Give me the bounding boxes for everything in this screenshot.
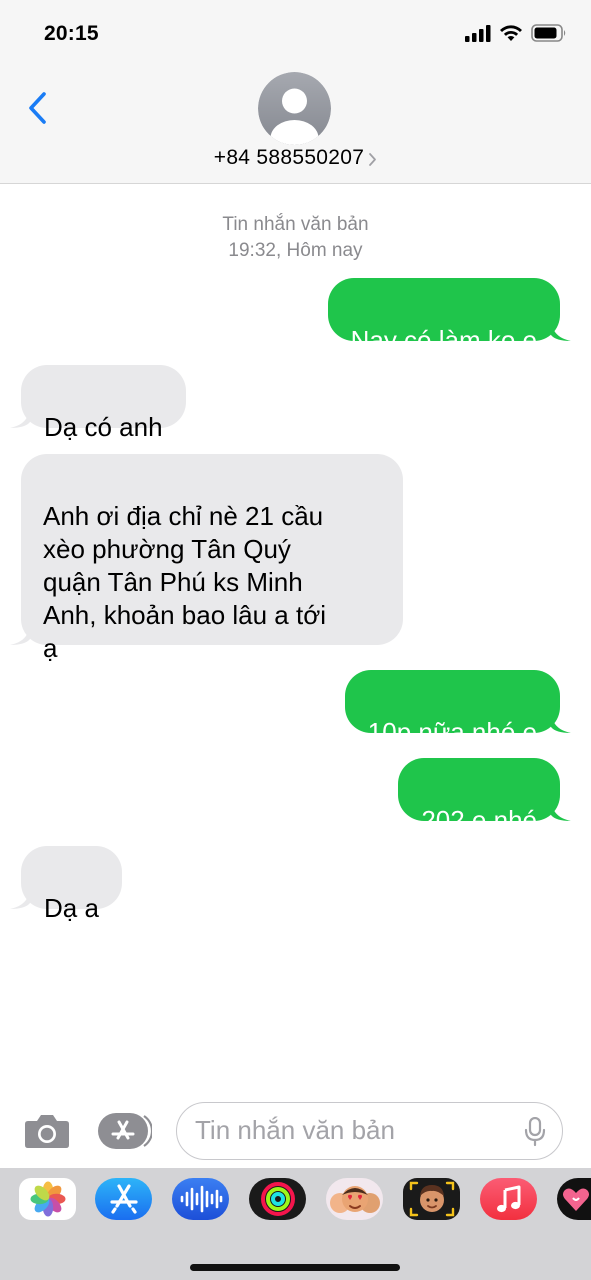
message-text: Dạ có anh xyxy=(44,412,163,442)
outgoing-message[interactable]: Nay có làm ko e xyxy=(327,278,571,355)
message-type-label: Tin nhắn văn bản xyxy=(222,214,369,235)
incoming-message[interactable]: Dạ có anh xyxy=(10,365,186,442)
message-text: Anh ơi địa chỉ nè 21 cầu xèo phường Tân … xyxy=(43,501,327,663)
wifi-icon xyxy=(500,25,522,41)
back-button[interactable] xyxy=(18,88,58,128)
status-time: 20:15 xyxy=(44,22,99,45)
music-app-button[interactable] xyxy=(480,1178,537,1220)
person-placeholder-icon xyxy=(258,72,331,145)
camera-button[interactable] xyxy=(24,1112,70,1150)
audio-message-icon xyxy=(180,1185,222,1213)
thread-meta: Tin nhắn văn bản 19:32, Hôm nay xyxy=(0,212,591,264)
activity-app-button[interactable] xyxy=(249,1178,306,1220)
chevron-right-icon xyxy=(368,152,377,167)
audio-message-app-button[interactable] xyxy=(172,1178,229,1220)
digital-touch-app-button[interactable] xyxy=(557,1178,591,1220)
chevron-left-icon xyxy=(29,92,46,124)
bubble-tail xyxy=(551,711,571,733)
imessage-app-drawer xyxy=(0,1168,591,1280)
message-text: 202 e nhé xyxy=(421,805,537,835)
animoji-app-button[interactable] xyxy=(403,1178,460,1220)
microphone-icon xyxy=(524,1116,546,1147)
message-input-field[interactable] xyxy=(176,1102,563,1160)
digital-touch-icon xyxy=(563,1188,589,1211)
incoming-message[interactable]: Anh ơi địa chỉ nè 21 cầu xèo phường Tân … xyxy=(10,454,403,663)
bubble-tail xyxy=(10,887,30,909)
message-input[interactable] xyxy=(195,1103,515,1158)
photos-icon xyxy=(30,1181,65,1217)
contact-avatar[interactable] xyxy=(258,72,331,145)
message-text: Nay có làm ko e xyxy=(350,325,537,355)
message-thread[interactable]: Tin nhắn văn bản 19:32, Hôm nay Nay có l… xyxy=(0,184,591,1094)
bubble-tail xyxy=(10,623,30,645)
app-store-icon xyxy=(98,1113,154,1149)
message-text: 10p nữa nhé e xyxy=(367,717,537,747)
incoming-message[interactable]: Dạ a xyxy=(10,846,122,923)
activity-icon xyxy=(260,1182,295,1216)
app-store-app-button[interactable] xyxy=(95,1178,152,1220)
dictation-button[interactable] xyxy=(524,1116,546,1147)
contact-name: +84 588550207 xyxy=(213,146,365,169)
bubble-tail xyxy=(10,406,30,428)
camera-icon xyxy=(25,1115,69,1148)
battery-icon xyxy=(531,24,566,42)
app-store-icon xyxy=(109,1184,138,1214)
memoji-stickers-app-button[interactable] xyxy=(326,1178,383,1220)
animoji-icon xyxy=(409,1181,454,1217)
message-text: Dạ a xyxy=(44,893,99,923)
memoji-stickers-icon xyxy=(329,1186,380,1213)
apps-button[interactable] xyxy=(98,1112,154,1150)
contact-name-button[interactable]: +84 588550207 xyxy=(0,146,591,170)
compose-bar xyxy=(0,1094,591,1168)
home-indicator[interactable] xyxy=(190,1264,400,1271)
photos-app-button[interactable] xyxy=(19,1178,76,1220)
conversation-header: 20:15 +84 588550207 xyxy=(0,0,591,184)
status-icons xyxy=(465,24,567,42)
outgoing-message[interactable]: 10p nữa nhé e xyxy=(344,670,571,747)
message-timestamp: 19:32, Hôm nay xyxy=(228,240,363,261)
bubble-tail xyxy=(551,799,571,821)
cellular-signal-icon xyxy=(465,24,491,42)
music-icon xyxy=(496,1185,520,1213)
bubble-tail xyxy=(551,319,571,341)
outgoing-message[interactable]: 202 e nhé xyxy=(398,758,571,835)
